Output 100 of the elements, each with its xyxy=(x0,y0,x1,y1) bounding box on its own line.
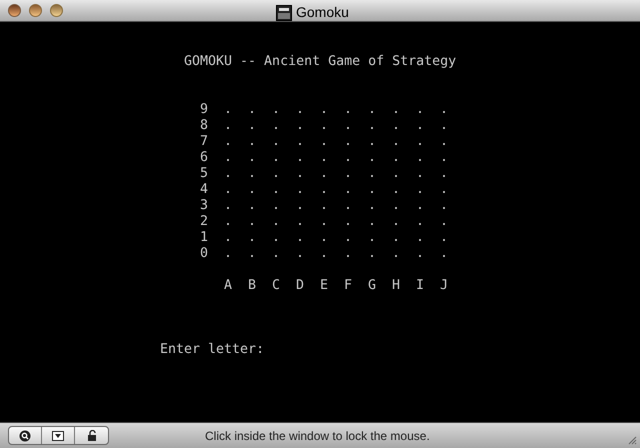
board-point: . xyxy=(294,102,305,118)
board-point: . xyxy=(318,150,329,166)
board-point: . xyxy=(270,118,281,134)
input-prompt: Enter letter: xyxy=(160,342,264,358)
board-point: . xyxy=(246,150,257,166)
row-label: 6 xyxy=(200,150,208,166)
column-label: F xyxy=(342,278,353,294)
board-point: . xyxy=(366,230,377,246)
board-point: . xyxy=(390,230,401,246)
board-point: . xyxy=(390,102,401,118)
board-point: . xyxy=(390,118,401,134)
board-point: . xyxy=(294,230,305,246)
board-point: . xyxy=(342,214,353,230)
board-point: . xyxy=(438,102,449,118)
board-point: . xyxy=(318,214,329,230)
board-point: . xyxy=(342,150,353,166)
column-label: A xyxy=(222,278,233,294)
board-point: . xyxy=(366,102,377,118)
board-point: . xyxy=(318,246,329,262)
column-label: E xyxy=(318,278,329,294)
board-point: . xyxy=(270,214,281,230)
board-point: . xyxy=(246,182,257,198)
row-label: 3 xyxy=(200,198,208,214)
lock-icon xyxy=(86,430,96,441)
board-point: . xyxy=(438,118,449,134)
board-point: . xyxy=(246,102,257,118)
board-point: . xyxy=(414,102,425,118)
board-point: . xyxy=(390,134,401,150)
row-label: 1 xyxy=(200,230,208,246)
row-label: 2 xyxy=(200,214,208,230)
dropdown-icon xyxy=(52,430,64,440)
board-point: . xyxy=(318,118,329,134)
row-label: 9 xyxy=(200,102,208,118)
column-label: B xyxy=(246,278,257,294)
board-point: . xyxy=(222,230,233,246)
board-point: . xyxy=(222,118,233,134)
column-label: I xyxy=(414,278,425,294)
board-point: . xyxy=(222,214,233,230)
board-point: . xyxy=(318,230,329,246)
board-point: . xyxy=(390,182,401,198)
row-label: 0 xyxy=(200,246,208,262)
column-label: J xyxy=(438,278,449,294)
board-point: . xyxy=(438,150,449,166)
board-point: . xyxy=(342,198,353,214)
board-point: . xyxy=(414,134,425,150)
board-point: . xyxy=(294,214,305,230)
close-button[interactable] xyxy=(8,4,21,17)
board-point: . xyxy=(270,134,281,150)
board-point: . xyxy=(222,150,233,166)
board-point: . xyxy=(270,166,281,182)
board-point: . xyxy=(366,150,377,166)
board-point: . xyxy=(246,134,257,150)
board-point: . xyxy=(246,214,257,230)
board-point: . xyxy=(246,118,257,134)
board-point: . xyxy=(222,166,233,182)
column-label: G xyxy=(366,278,377,294)
board-point: . xyxy=(270,182,281,198)
board-point: . xyxy=(342,166,353,182)
board-point: . xyxy=(318,166,329,182)
board-point: . xyxy=(390,150,401,166)
zoom-button[interactable] xyxy=(50,4,63,17)
board-point: . xyxy=(222,182,233,198)
board-point: . xyxy=(222,134,233,150)
magnifier-icon xyxy=(19,430,31,442)
board-point: . xyxy=(294,150,305,166)
board-point: . xyxy=(270,102,281,118)
board-point: . xyxy=(294,134,305,150)
board-point: . xyxy=(366,214,377,230)
board-point: . xyxy=(438,134,449,150)
board-point: . xyxy=(294,182,305,198)
board-point: . xyxy=(390,214,401,230)
board-point: . xyxy=(414,118,425,134)
board-point: . xyxy=(246,198,257,214)
board-point: . xyxy=(414,166,425,182)
board-point: . xyxy=(390,198,401,214)
board-point: . xyxy=(366,134,377,150)
board-point: . xyxy=(414,230,425,246)
column-label: D xyxy=(294,278,305,294)
board-point: . xyxy=(246,246,257,262)
board-point: . xyxy=(366,166,377,182)
row-label: 7 xyxy=(200,134,208,150)
board-point: . xyxy=(438,230,449,246)
board-point: . xyxy=(294,246,305,262)
board-point: . xyxy=(414,198,425,214)
board-point: . xyxy=(366,246,377,262)
board-point: . xyxy=(414,150,425,166)
resize-grip-icon[interactable] xyxy=(627,435,637,445)
board-point: . xyxy=(318,134,329,150)
board-point: . xyxy=(342,134,353,150)
board-point: . xyxy=(270,230,281,246)
board-point: . xyxy=(222,246,233,262)
board-point: . xyxy=(366,118,377,134)
board-point: . xyxy=(414,214,425,230)
board-point: . xyxy=(438,166,449,182)
board-point: . xyxy=(414,246,425,262)
game-heading: GOMOKU -- Ancient Game of Strategy xyxy=(184,54,456,70)
row-label: 5 xyxy=(200,166,208,182)
window-title: Gomoku xyxy=(296,3,349,22)
board-point: . xyxy=(342,246,353,262)
minimize-button[interactable] xyxy=(29,4,42,17)
